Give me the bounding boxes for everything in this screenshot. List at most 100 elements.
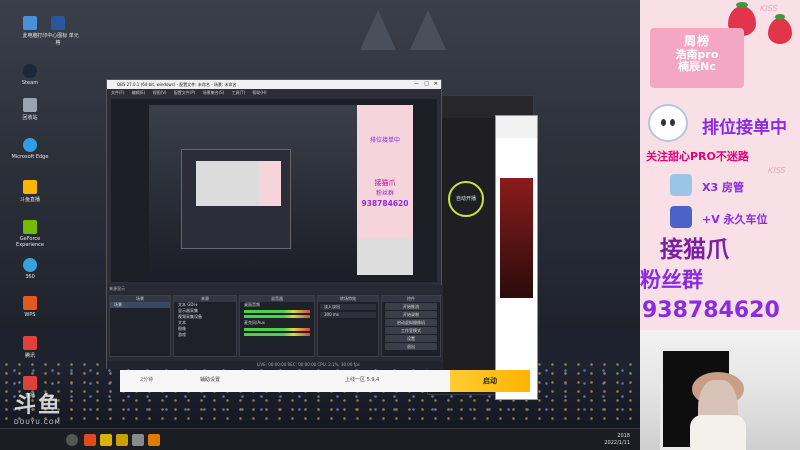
desktop-icon-douyu[interactable]: 斗鱼直播 [8,180,52,203]
kiss-decoration: KISS [760,4,778,13]
taskbar-app-icon[interactable] [132,434,144,446]
obs-titlebar: OBS 27.0.1 (64-bit, windows) - 配置文件: 未命名… [107,80,441,89]
desktop-icon-doc[interactable]: 打印中心图标 单元格 [36,16,80,46]
close-icon[interactable]: ✕ [434,80,438,89]
watermark-site: DOUYU.COM [14,419,61,426]
preview-nested-overlay [259,161,281,206]
server-label[interactable]: 上线一区 5.9.4 [345,376,379,383]
menu-file[interactable]: 文件(F) [111,90,124,95]
auto-start-button[interactable]: 自动开播 [448,181,484,217]
volume-slider[interactable] [244,315,310,318]
settings-link[interactable]: 辅助设置 [200,376,220,383]
settings-button[interactable]: 设置 [385,335,437,342]
desktop-icon-recycle-bin[interactable]: 回收站 [8,98,52,121]
obs-docks: 来源显示 场景 场景 来源 文本 GDI+ 显示器采集 视频采集设备 文本 图像… [107,285,443,369]
transitions-panel: 转场特效 淡入淡出 300 ms [317,295,379,357]
app-icon [23,336,37,350]
fan-group-number: 938784620 [642,298,780,323]
obs-menubar: 文件(F) 编辑(E) 视图(V) 配置文件(P) 场景集合(S) 工具(T) … [107,89,441,97]
icon-label: Steam [21,80,39,86]
desktop-icon-360[interactable]: 360 [8,258,52,280]
desktop-icon-steam[interactable]: Steam [8,64,52,86]
kiss-decoration: KISS [768,166,786,175]
obs-status-bar: LIVE: 00:00:00 REC: 00:00:00 CPU: 2.1%, … [107,361,443,369]
start-icon[interactable] [66,434,78,446]
audio-meter [244,310,310,313]
streamer-clothes [690,415,746,450]
minimize-icon[interactable]: — [414,80,419,89]
desktop-icon-wps[interactable]: WPS [8,296,52,318]
menu-view[interactable]: 视图(V) [153,90,167,95]
taskbar-folder-icon[interactable] [116,434,128,446]
car-gift-icon [670,206,692,228]
rank-entry: 楠辰Nc [678,60,716,73]
time-label: 2分钟 [140,377,154,383]
orders-banner: 排位接单中 [702,118,787,138]
preview-fans-text: 粉丝群 [375,190,394,197]
start-streaming-button[interactable]: 开始推流 [385,303,437,310]
desktop-icon-geforce[interactable]: GeForce Experience [8,220,52,248]
transition-select[interactable]: 淡入淡出 [320,304,376,310]
studio-mode-button[interactable]: 工作室模式 [385,327,437,334]
claw-banner: 接猫爪 [660,237,729,263]
obs-preview[interactable]: 排位接单中 接猫爪 粉丝群 938784620 [111,99,437,282]
game-panel-window[interactable] [495,115,538,400]
window-title: OBS 27.0.1 (64-bit, windows) - 配置文件: 未命名… [117,82,237,87]
obs-window[interactable]: OBS 27.0.1 (64-bit, windows) - 配置文件: 未命名… [106,79,443,369]
audio-meter [244,328,310,331]
game-thumbnail[interactable] [500,178,533,298]
icon-label: 腾讯 [24,353,35,359]
douyu-icon [23,180,37,194]
controls-panel: 控件 开始推流 开始录制 启动虚拟摄像机 工作室模式 设置 退出 [381,295,441,357]
maximize-icon[interactable]: □ [424,80,429,89]
gift-reward-text: +V 永久车位 [702,213,768,226]
follow-banner: 关注甜心PRO不迷路 [646,150,749,163]
exit-button[interactable]: 退出 [385,343,437,350]
menu-profile[interactable]: 配置文件(P) [174,90,196,95]
icon-label: WPS [24,312,36,318]
virtual-camera-button[interactable]: 启动虚拟摄像机 [385,319,437,326]
wallpaper-cat-figure [360,10,450,80]
word-doc-icon [51,16,65,30]
preview-webcam [357,239,413,275]
mixer-channel-label: 桌面音频 [244,302,260,307]
desktop-icon-edge[interactable]: Microsoft Edge [8,138,52,160]
scene-item[interactable]: 场景 [110,302,170,308]
computer-icon [23,16,37,30]
source-item[interactable]: 游戏 [174,332,236,338]
icon-label: 回收站 [22,115,38,121]
duration-input[interactable]: 300 ms [320,312,376,318]
panel-title: 转场特效 [318,296,378,302]
menu-tools[interactable]: 工具(T) [232,90,246,95]
launch-button[interactable]: 启动 [450,370,530,392]
strawberry-icon [768,14,792,44]
cat-mascot-icon [648,104,688,142]
menu-help[interactable]: 帮助(H) [252,90,266,95]
audio-mixer-panel: 混音器 桌面音频 麦克风/Aux [239,295,315,357]
icon-label: GeForce Experience [16,236,44,248]
sources-panel: 来源 文本 GDI+ 显示器采集 视频采集设备 文本 图像 游戏 [173,295,237,357]
board-title: 周榜 [683,34,710,48]
preview-orders-text: 排位接单中 [369,137,400,144]
desktop-icon-tencent[interactable]: 腾讯 [8,336,52,359]
taskbar-app-icon[interactable] [148,434,160,446]
taskbar-clock[interactable]: 2018 2022/1/11 [604,433,630,447]
menu-scene-collection[interactable]: 场景集合(S) [203,90,225,95]
webcam-feed [640,330,800,450]
nvidia-icon [23,220,37,234]
menu-edit[interactable]: 编辑(E) [132,90,146,95]
steam-icon [23,64,37,78]
scenes-panel: 场景 场景 [109,295,171,357]
douyu-watermark: 斗鱼 DOUYU.COM [14,387,62,426]
fan-group-label: 粉丝群 [640,268,703,292]
taskbar-app-icon[interactable] [84,434,96,446]
icon-label: 360 [25,274,35,280]
taskbar: 2018 2022/1/11 [0,428,640,450]
taskbar-app-icon[interactable] [100,434,112,446]
start-recording-button[interactable]: 开始录制 [385,311,437,318]
watermark-brand: 斗鱼 [14,393,63,418]
360-icon [23,258,37,272]
volume-slider[interactable] [244,333,310,336]
weekly-rank-board: 周榜 浩南pro 楠辰Nc [650,28,744,88]
clock-time: 2018 [617,433,630,439]
